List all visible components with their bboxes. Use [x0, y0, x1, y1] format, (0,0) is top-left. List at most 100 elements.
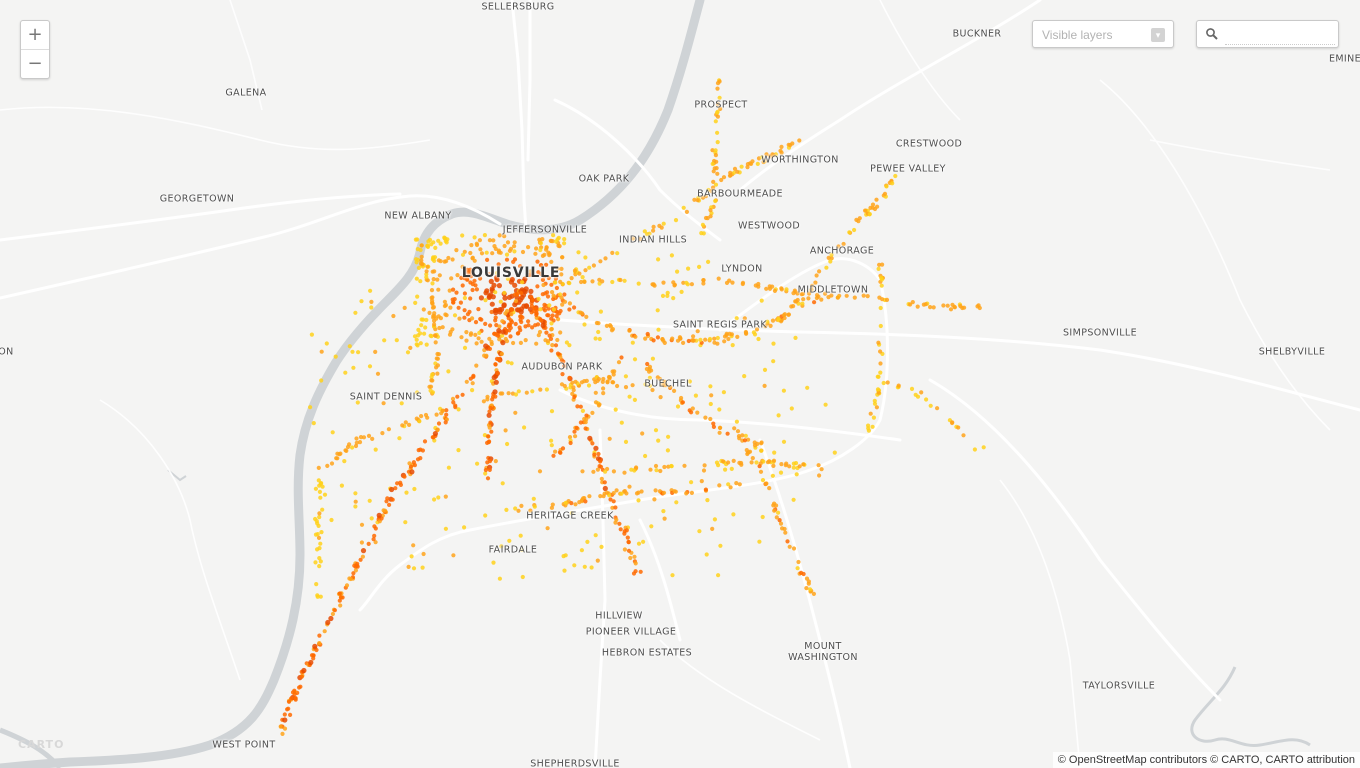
crash-point: [478, 247, 483, 252]
crash-point: [735, 429, 741, 434]
crash-point: [806, 296, 811, 301]
crash-point: [665, 290, 670, 295]
crash-point: [507, 538, 512, 543]
crash-point: [464, 330, 469, 335]
crash-point: [311, 421, 316, 426]
crash-point: [597, 336, 602, 342]
place-label: WESTWOOD: [737, 220, 801, 232]
crash-point: [882, 191, 888, 196]
crash-point: [669, 463, 674, 469]
crash-point: [282, 717, 288, 723]
crash-point: [549, 348, 554, 353]
crash-point: [797, 464, 802, 469]
crash-point: [483, 513, 488, 518]
crash-point: [734, 419, 740, 424]
crash-point: [386, 427, 391, 432]
crash-point: [411, 566, 417, 571]
crash-point: [504, 507, 509, 512]
crash-point: [474, 341, 479, 346]
crash-point: [353, 491, 358, 496]
crash-point: [689, 410, 694, 415]
crash-point: [572, 305, 577, 310]
search-input[interactable]: [1225, 26, 1335, 45]
crash-point: [334, 456, 339, 461]
crash-point: [607, 376, 612, 381]
crash-point: [544, 247, 549, 252]
crash-point: [518, 340, 524, 345]
crash-point: [420, 448, 425, 453]
crash-point: [732, 426, 737, 431]
crash-point: [549, 259, 554, 264]
crash-point: [460, 392, 465, 397]
crash-point: [462, 295, 467, 301]
crash-point: [430, 281, 435, 286]
place-label: WORTHINGTON: [761, 154, 839, 166]
crash-point: [559, 295, 564, 300]
crash-point: [593, 390, 598, 395]
crash-point: [770, 318, 776, 323]
crash-point: [786, 312, 791, 317]
crash-point: [311, 656, 316, 661]
crash-point: [526, 319, 531, 324]
crash-point: [768, 323, 773, 328]
crash-point: [537, 329, 543, 335]
crash-point: [762, 367, 768, 372]
place-label: JEFFERSONVILLE: [502, 224, 588, 236]
crash-point: [549, 321, 554, 326]
crash-point: [337, 591, 342, 596]
crash-point: [452, 313, 458, 318]
crash-point: [598, 494, 603, 499]
zoom-in-button[interactable]: +: [21, 21, 49, 49]
crash-point: [442, 259, 447, 264]
crash-point: [468, 296, 473, 301]
crash-point: [718, 425, 723, 430]
crash-point: [482, 233, 487, 238]
crash-point: [752, 443, 758, 448]
crash-point: [643, 453, 648, 459]
crash-point: [427, 237, 433, 242]
crash-point: [405, 350, 411, 355]
crash-point: [464, 379, 469, 384]
crash-point: [580, 408, 586, 413]
crash-point: [675, 404, 681, 409]
crash-point: [598, 459, 603, 464]
crash-point: [298, 684, 303, 689]
crash-point: [624, 491, 629, 496]
map-canvas[interactable]: SELLERSBURG BUCKNER EMINE GALENA PROSPECT CRE…: [0, 0, 1360, 768]
crash-point: [450, 327, 455, 332]
crash-point: [436, 495, 441, 500]
crash-point: [345, 444, 351, 450]
crash-point: [358, 435, 364, 440]
crash-point: [567, 435, 573, 440]
crash-point: [567, 375, 572, 380]
crash-point: [509, 312, 514, 317]
crash-point: [510, 340, 516, 346]
zoom-out-button[interactable]: −: [21, 49, 49, 78]
crash-point: [728, 485, 733, 490]
crash-point: [538, 241, 544, 246]
crash-point: [623, 385, 629, 390]
crash-point: [627, 328, 632, 333]
crash-point: [779, 287, 784, 292]
crash-point: [878, 323, 883, 329]
crash-point: [632, 554, 637, 559]
crash-point: [359, 299, 364, 304]
crash-point: [414, 337, 419, 342]
crash-point: [602, 480, 607, 485]
chevron-down-icon[interactable]: ▾: [1151, 28, 1165, 42]
crash-point: [496, 357, 501, 362]
crash-point: [726, 336, 731, 342]
crash-point: [425, 264, 430, 269]
crash-point: [536, 296, 541, 302]
crash-point: [544, 330, 549, 335]
visible-layers-select[interactable]: Visible layers ▾: [1032, 20, 1174, 48]
crash-point: [534, 311, 539, 316]
crash-point: [551, 307, 557, 312]
crash-point: [722, 339, 727, 344]
search-box[interactable]: [1196, 20, 1339, 48]
crash-point: [495, 370, 500, 376]
attribution-link[interactable]: CARTO attribution: [1266, 754, 1355, 766]
crash-point: [580, 469, 585, 474]
crash-point: [735, 169, 740, 174]
crash-point: [502, 290, 507, 295]
